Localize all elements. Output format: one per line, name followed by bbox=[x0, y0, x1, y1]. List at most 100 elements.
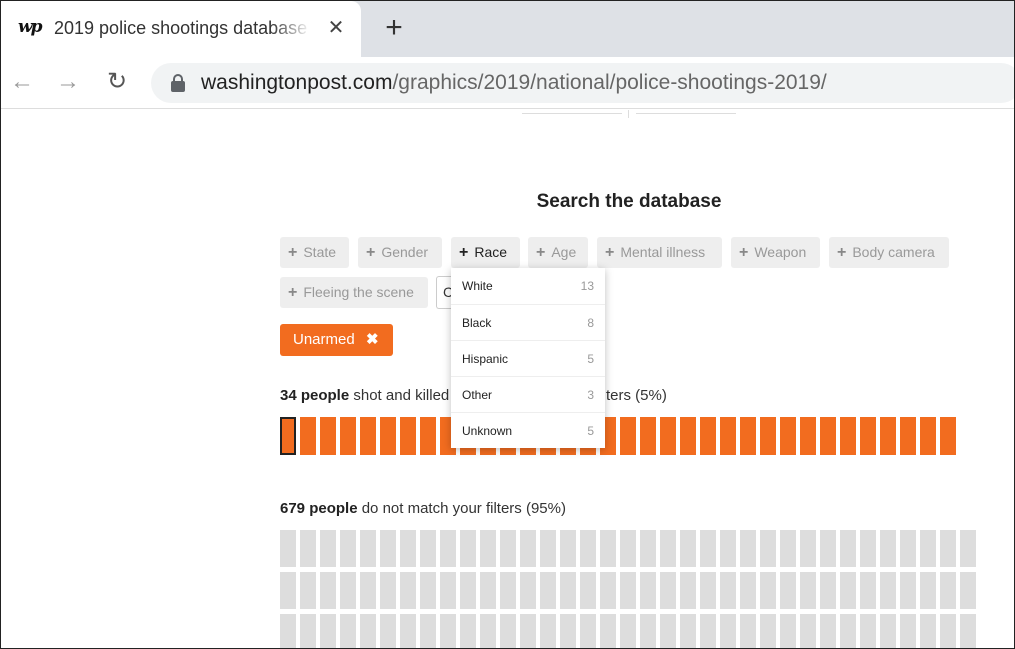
person-bar[interactable] bbox=[840, 417, 856, 455]
person-bar-unmatched[interactable] bbox=[300, 614, 316, 648]
person-bar[interactable] bbox=[320, 417, 336, 455]
person-bar-unmatched[interactable] bbox=[440, 614, 456, 648]
person-bar[interactable] bbox=[340, 417, 356, 455]
person-bar-unmatched[interactable] bbox=[700, 530, 716, 567]
person-bar-unmatched[interactable] bbox=[360, 614, 376, 648]
person-bar-unmatched[interactable] bbox=[960, 614, 976, 648]
person-bar-unmatched[interactable] bbox=[640, 572, 656, 609]
person-bar-unmatched[interactable] bbox=[880, 614, 896, 648]
person-bar[interactable] bbox=[820, 417, 836, 455]
person-bar[interactable] bbox=[680, 417, 696, 455]
person-bar-unmatched[interactable] bbox=[640, 614, 656, 648]
person-bar-unmatched[interactable] bbox=[400, 530, 416, 567]
person-bar-unmatched[interactable] bbox=[880, 530, 896, 567]
person-bar-unmatched[interactable] bbox=[580, 614, 596, 648]
person-bar-unmatched[interactable] bbox=[780, 572, 796, 609]
person-bar-unmatched[interactable] bbox=[660, 614, 676, 648]
person-bar-unmatched[interactable] bbox=[820, 530, 836, 567]
person-bar-unmatched[interactable] bbox=[540, 530, 556, 567]
person-bar-unmatched[interactable] bbox=[640, 530, 656, 567]
person-bar-unmatched[interactable] bbox=[500, 530, 516, 567]
person-bar-unmatched[interactable] bbox=[620, 530, 636, 567]
person-bar-unmatched[interactable] bbox=[800, 530, 816, 567]
person-bar-unmatched[interactable] bbox=[320, 614, 336, 648]
person-bar[interactable] bbox=[860, 417, 876, 455]
person-bar-unmatched[interactable] bbox=[780, 614, 796, 648]
person-bar-unmatched[interactable] bbox=[620, 614, 636, 648]
forward-arrow-icon[interactable]: → bbox=[55, 69, 81, 95]
person-bar-unmatched[interactable] bbox=[360, 530, 376, 567]
person-bar-unmatched[interactable] bbox=[340, 614, 356, 648]
person-bar-unmatched[interactable] bbox=[520, 614, 536, 648]
person-bar[interactable] bbox=[880, 417, 896, 455]
person-bar-unmatched[interactable] bbox=[920, 572, 936, 609]
reload-icon[interactable]: ↻ bbox=[104, 69, 130, 95]
person-bar-unmatched[interactable] bbox=[900, 530, 916, 567]
person-bar-unmatched[interactable] bbox=[560, 530, 576, 567]
person-bar-unmatched[interactable] bbox=[820, 614, 836, 648]
person-bar-unmatched[interactable] bbox=[500, 614, 516, 648]
person-bar-unmatched[interactable] bbox=[280, 614, 296, 648]
active-tab[interactable]: wp 2019 police shootings database - The … bbox=[1, 1, 361, 57]
close-tab-icon[interactable]: ✕ bbox=[325, 17, 347, 39]
person-bar-unmatched[interactable] bbox=[700, 572, 716, 609]
race-option-black[interactable]: Black 8 bbox=[451, 304, 605, 340]
person-bar-unmatched[interactable] bbox=[680, 572, 696, 609]
person-bar[interactable] bbox=[740, 417, 756, 455]
filter-age-button[interactable]: + Age bbox=[528, 237, 588, 268]
race-option-white[interactable]: White 13 bbox=[451, 268, 605, 304]
person-bar-unmatched[interactable] bbox=[540, 614, 556, 648]
person-bar-unmatched[interactable] bbox=[420, 614, 436, 648]
person-bar-unmatched[interactable] bbox=[720, 614, 736, 648]
person-bar-unmatched[interactable] bbox=[340, 572, 356, 609]
person-bar-unmatched[interactable] bbox=[860, 614, 876, 648]
filter-body-camera-button[interactable]: + Body camera bbox=[829, 237, 949, 268]
person-bar-unmatched[interactable] bbox=[520, 572, 536, 609]
person-bar[interactable] bbox=[280, 417, 296, 455]
person-bar-unmatched[interactable] bbox=[900, 572, 916, 609]
person-bar-unmatched[interactable] bbox=[500, 572, 516, 609]
person-bar[interactable] bbox=[800, 417, 816, 455]
person-bar-unmatched[interactable] bbox=[440, 572, 456, 609]
person-bar-unmatched[interactable] bbox=[420, 572, 436, 609]
person-bar-unmatched[interactable] bbox=[520, 530, 536, 567]
person-bar[interactable] bbox=[400, 417, 416, 455]
person-bar-unmatched[interactable] bbox=[300, 572, 316, 609]
person-bar-unmatched[interactable] bbox=[280, 572, 296, 609]
new-tab-icon[interactable]: + bbox=[379, 13, 409, 43]
person-bar[interactable] bbox=[920, 417, 936, 455]
person-bar[interactable] bbox=[420, 417, 436, 455]
person-bar-unmatched[interactable] bbox=[800, 614, 816, 648]
race-option-unknown[interactable]: Unknown 5 bbox=[451, 412, 605, 448]
person-bar-unmatched[interactable] bbox=[380, 614, 396, 648]
person-bar[interactable] bbox=[780, 417, 796, 455]
person-bar-unmatched[interactable] bbox=[480, 614, 496, 648]
person-bar-unmatched[interactable] bbox=[760, 614, 776, 648]
person-bar[interactable] bbox=[640, 417, 656, 455]
person-bar[interactable] bbox=[940, 417, 956, 455]
person-bar-unmatched[interactable] bbox=[600, 572, 616, 609]
person-bar-unmatched[interactable] bbox=[740, 614, 756, 648]
person-bar-unmatched[interactable] bbox=[800, 572, 816, 609]
person-bar-unmatched[interactable] bbox=[700, 614, 716, 648]
person-bar-unmatched[interactable] bbox=[780, 530, 796, 567]
person-bar[interactable] bbox=[300, 417, 316, 455]
person-bar-unmatched[interactable] bbox=[660, 572, 676, 609]
person-bar[interactable] bbox=[660, 417, 676, 455]
person-bar-unmatched[interactable] bbox=[600, 614, 616, 648]
person-bar-unmatched[interactable] bbox=[660, 530, 676, 567]
person-bar-unmatched[interactable] bbox=[940, 614, 956, 648]
person-bar-unmatched[interactable] bbox=[680, 530, 696, 567]
person-bar[interactable] bbox=[720, 417, 736, 455]
person-bar-unmatched[interactable] bbox=[480, 572, 496, 609]
person-bar-unmatched[interactable] bbox=[580, 572, 596, 609]
address-bar[interactable]: washingtonpost.com/graphics/2019/nationa… bbox=[151, 63, 1014, 103]
filter-state-button[interactable]: + State bbox=[280, 237, 349, 268]
unarmed-filter-chip[interactable]: Unarmed ✖ bbox=[280, 324, 393, 356]
filter-gender-button[interactable]: + Gender bbox=[358, 237, 442, 268]
person-bar[interactable] bbox=[360, 417, 376, 455]
person-bar-unmatched[interactable] bbox=[900, 614, 916, 648]
race-option-other[interactable]: Other 3 bbox=[451, 376, 605, 412]
person-bar-unmatched[interactable] bbox=[860, 572, 876, 609]
person-bar-unmatched[interactable] bbox=[740, 530, 756, 567]
